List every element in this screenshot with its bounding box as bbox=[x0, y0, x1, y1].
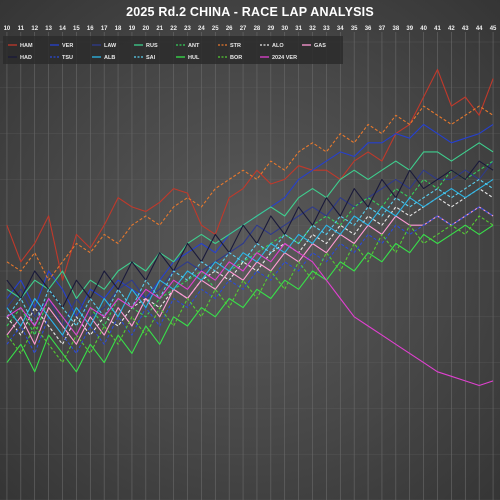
series-line-alb bbox=[6, 178, 494, 336]
x-tick-label-8: 18 bbox=[115, 26, 122, 32]
x-tick-label-17: 27 bbox=[240, 26, 247, 32]
x-tick-label-30: 40 bbox=[420, 26, 427, 32]
legend: HAM VER LAW RUS ANT STR ALO GAS HAD TSU ALB SAI HUL B… bbox=[3, 36, 343, 64]
x-tick-label-25: 35 bbox=[351, 26, 358, 32]
series-line-str bbox=[6, 105, 494, 281]
legend-label-5: STR bbox=[230, 43, 241, 49]
series-line-tsu bbox=[6, 206, 494, 354]
x-tick-label-15: 25 bbox=[212, 26, 219, 32]
x-tick-label-18: 28 bbox=[254, 26, 261, 32]
series-lines bbox=[6, 68, 494, 387]
x-tick-label-26: 36 bbox=[365, 26, 372, 32]
x-tick-label-2: 12 bbox=[31, 26, 38, 32]
lap-chart: 10 11 12 13 14 15 16 17 18 19 20 21 22 23 24 25 26 27 28 29… bbox=[0, 26, 500, 500]
series-line-rus bbox=[6, 142, 494, 300]
x-tick-label-31: 41 bbox=[434, 26, 441, 32]
series-line-hul bbox=[6, 224, 494, 373]
chart-stage: 10 11 12 13 14 15 16 17 18 19 20 21 22 23 24 25 26 27 28 29… bbox=[0, 0, 500, 500]
x-tick-label-0: 10 bbox=[4, 26, 11, 32]
x-tick-label-29: 39 bbox=[406, 26, 413, 32]
series-line-alo bbox=[6, 188, 494, 345]
legend-label-4: ANT bbox=[188, 43, 200, 49]
x-axis-ticks: 10 11 12 13 14 15 16 17 18 19 20 21 22 23 24 25 26 27 28 29… bbox=[4, 26, 497, 32]
x-tick-label-19: 29 bbox=[267, 26, 274, 32]
legend-label-13: BOR bbox=[230, 55, 242, 61]
x-tick-label-9: 19 bbox=[129, 26, 136, 32]
series-line-sai bbox=[6, 178, 494, 327]
legend-label-12: HUL bbox=[188, 55, 200, 61]
x-tick-label-34: 44 bbox=[476, 26, 483, 32]
series-line-law bbox=[6, 160, 494, 327]
series-line-had bbox=[6, 160, 494, 309]
x-tick-label-11: 21 bbox=[156, 26, 163, 32]
legend-label-3: RUS bbox=[146, 43, 158, 49]
x-tick-label-10: 20 bbox=[142, 26, 149, 32]
legend-label-11: SAI bbox=[146, 55, 156, 61]
x-tick-label-5: 15 bbox=[73, 26, 80, 32]
legend-label-8: HAD bbox=[20, 55, 32, 61]
x-tick-label-21: 31 bbox=[295, 26, 302, 32]
legend-label-7: GAS bbox=[314, 43, 326, 49]
x-tick-label-12: 22 bbox=[170, 26, 177, 32]
legend-label-14: 2024 VER bbox=[272, 55, 297, 61]
x-tick-label-22: 32 bbox=[309, 26, 316, 32]
x-tick-label-13: 23 bbox=[184, 26, 191, 32]
x-tick-label-14: 24 bbox=[198, 26, 205, 32]
x-tick-label-7: 17 bbox=[101, 26, 108, 32]
x-tick-label-23: 33 bbox=[323, 26, 330, 32]
legend-label-6: ALO bbox=[272, 43, 284, 49]
x-tick-label-35: 45 bbox=[490, 26, 497, 32]
x-tick-label-33: 43 bbox=[462, 26, 469, 32]
x-tick-label-3: 13 bbox=[45, 26, 52, 32]
chart-title: 2025 Rd.2 CHINA - RACE LAP ANALYSIS bbox=[126, 5, 374, 19]
legend-label-2: LAW bbox=[104, 43, 117, 49]
x-tick-label-6: 16 bbox=[87, 26, 94, 32]
legend-label-10: ALB bbox=[104, 55, 115, 61]
legend-label-9: TSU bbox=[62, 55, 73, 61]
legend-label-0: HAM bbox=[20, 43, 33, 49]
legend-label-1: VER bbox=[62, 43, 73, 49]
x-tick-label-32: 42 bbox=[448, 26, 455, 32]
x-tick-label-1: 11 bbox=[18, 26, 25, 32]
x-tick-label-24: 34 bbox=[337, 26, 344, 32]
x-tick-label-16: 26 bbox=[226, 26, 233, 32]
x-tick-label-28: 38 bbox=[392, 26, 399, 32]
x-tick-label-20: 30 bbox=[281, 26, 288, 32]
x-tick-label-27: 37 bbox=[379, 26, 386, 32]
x-tick-label-4: 14 bbox=[59, 26, 66, 32]
